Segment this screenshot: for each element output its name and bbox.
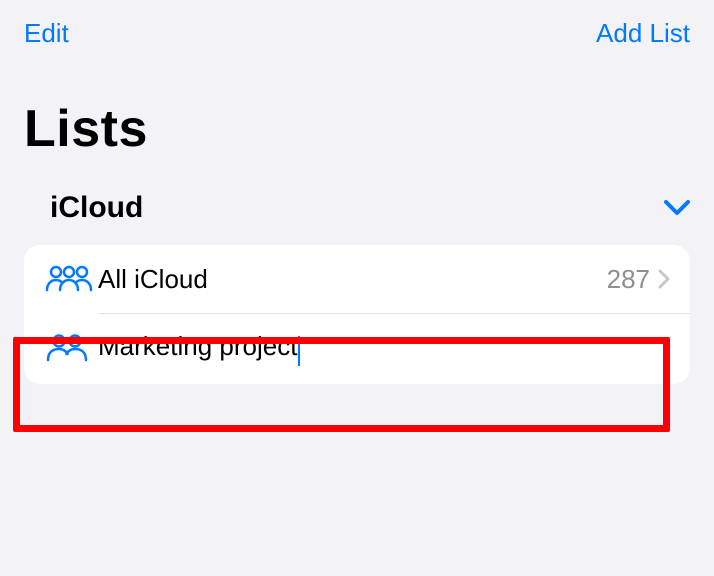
chevron-down-icon[interactable] bbox=[664, 200, 690, 216]
list-name-input[interactable]: Marketing project bbox=[98, 331, 300, 366]
text-cursor bbox=[298, 336, 300, 366]
row-count: 287 bbox=[607, 264, 650, 295]
list-row-all-icloud[interactable]: All iCloud 287 bbox=[24, 245, 690, 313]
header-bar: Edit Add List bbox=[0, 0, 714, 49]
chevron-right-icon bbox=[658, 269, 670, 289]
page-title: Lists bbox=[0, 49, 714, 179]
edit-button[interactable]: Edit bbox=[24, 18, 69, 49]
list-container: All iCloud 287 Marketing project bbox=[24, 245, 690, 384]
people-2-icon bbox=[44, 332, 98, 364]
editing-text: Marketing project bbox=[98, 331, 297, 362]
list-row-editing[interactable]: Marketing project bbox=[24, 313, 690, 384]
add-list-button[interactable]: Add List bbox=[596, 18, 690, 49]
people-3-icon bbox=[44, 263, 98, 295]
row-label: All iCloud bbox=[98, 264, 607, 295]
section-title: iCloud bbox=[50, 191, 143, 225]
section-header[interactable]: iCloud bbox=[0, 179, 714, 237]
